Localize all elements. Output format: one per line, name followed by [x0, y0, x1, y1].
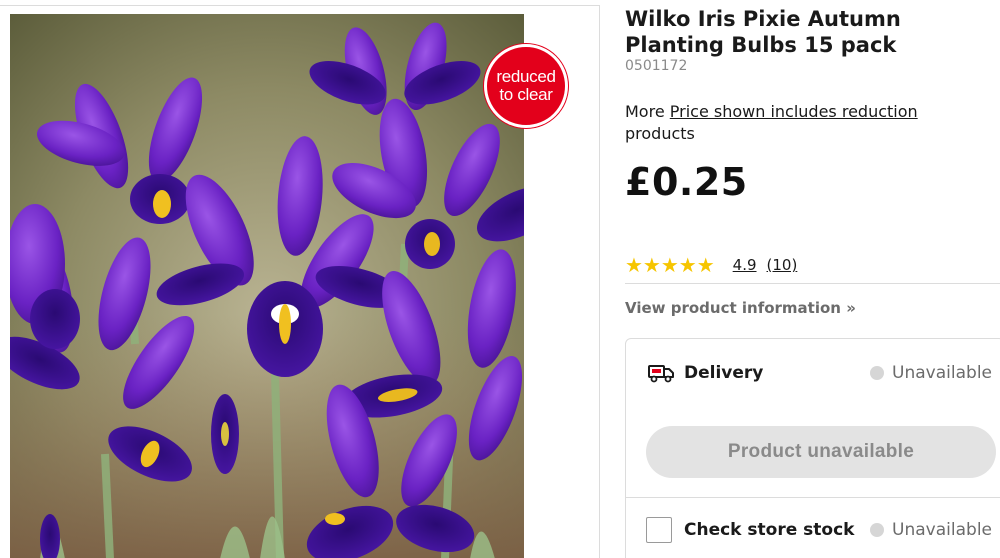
divider	[626, 497, 1000, 498]
more-suffix: products	[625, 124, 695, 143]
status-dot-icon	[870, 366, 885, 380]
product-details: Wilko Iris Pixie Autumn Planting Bulbs 1…	[625, 0, 1000, 558]
check-store-stock-label[interactable]: Check store stock	[684, 520, 854, 540]
store-status-text: Unavailable	[892, 520, 992, 540]
product-title: Wilko Iris Pixie Autumn Planting Bulbs 1…	[625, 7, 901, 57]
reduced-to-clear-badge: reduced to clear	[484, 44, 568, 128]
delivery-van-icon	[648, 365, 674, 383]
delivery-status: Unavailable	[870, 363, 992, 383]
product-price: £0.25	[625, 160, 748, 204]
store-stock-checkbox[interactable]	[646, 517, 672, 543]
badge-line-2: to clear	[499, 85, 553, 104]
more-products-line: More Price shown includes reduction prod…	[625, 101, 965, 145]
product-unavailable-button[interactable]: Product unavailable	[646, 426, 996, 478]
star-rating-icon: ★★★★★	[625, 253, 715, 277]
product-sku: 0501172	[625, 58, 688, 74]
delivery-status-text: Unavailable	[892, 363, 992, 383]
view-product-information-link[interactable]: View product information »	[625, 299, 856, 317]
rating-summary[interactable]: ★★★★★ 4.9 (10)	[625, 253, 797, 277]
review-count-link[interactable]: (10)	[767, 256, 798, 274]
price-reduction-link[interactable]: Price shown includes reduction	[670, 102, 918, 121]
divider	[625, 283, 1000, 284]
delivery-row: Delivery Unavailable	[648, 363, 998, 383]
store-status: Unavailable	[870, 520, 992, 540]
iris-photo	[10, 14, 524, 558]
delivery-label: Delivery	[684, 363, 764, 383]
rating-value[interactable]: 4.9	[733, 256, 757, 274]
badge-line-1: reduced	[496, 67, 556, 86]
status-dot-icon	[870, 523, 885, 537]
more-prefix: More	[625, 102, 665, 121]
store-stock-row: Check store stock Unavailable	[646, 517, 998, 543]
fulfilment-box: Delivery Unavailable Product unavailable…	[625, 338, 1000, 558]
product-image[interactable]	[10, 14, 524, 558]
product-image-panel: reduced to clear	[0, 5, 600, 558]
